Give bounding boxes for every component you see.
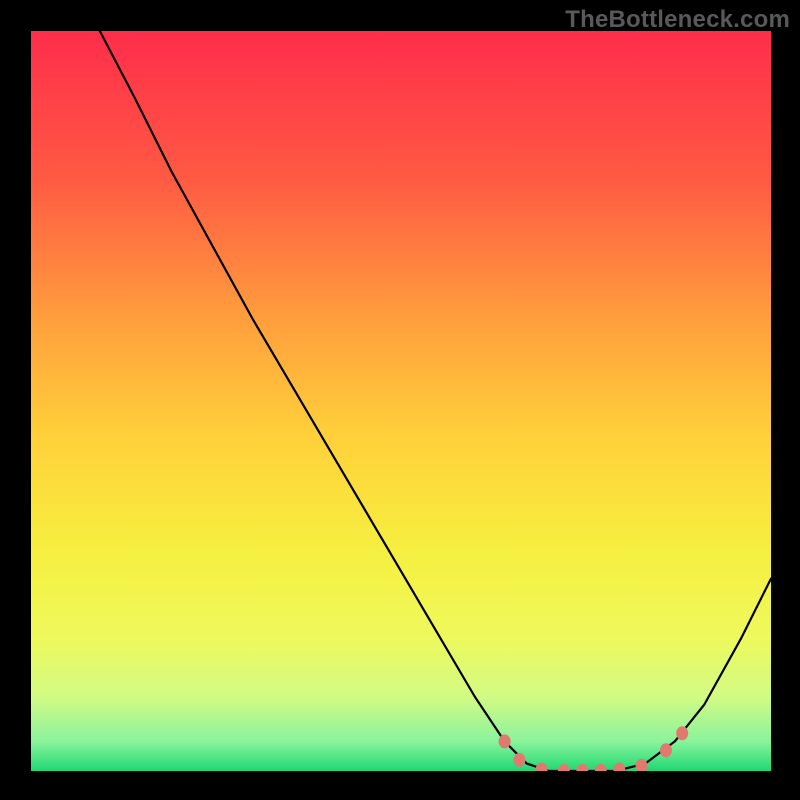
data-marker: [660, 743, 672, 757]
chart-svg: [31, 31, 771, 771]
plot-area: [31, 31, 771, 771]
gradient-background: [31, 31, 771, 771]
watermark-text: TheBottleneck.com: [565, 6, 790, 34]
data-marker: [499, 734, 511, 748]
data-marker: [513, 753, 525, 767]
data-marker: [676, 726, 688, 740]
chart-frame: TheBottleneck.com: [0, 0, 800, 800]
